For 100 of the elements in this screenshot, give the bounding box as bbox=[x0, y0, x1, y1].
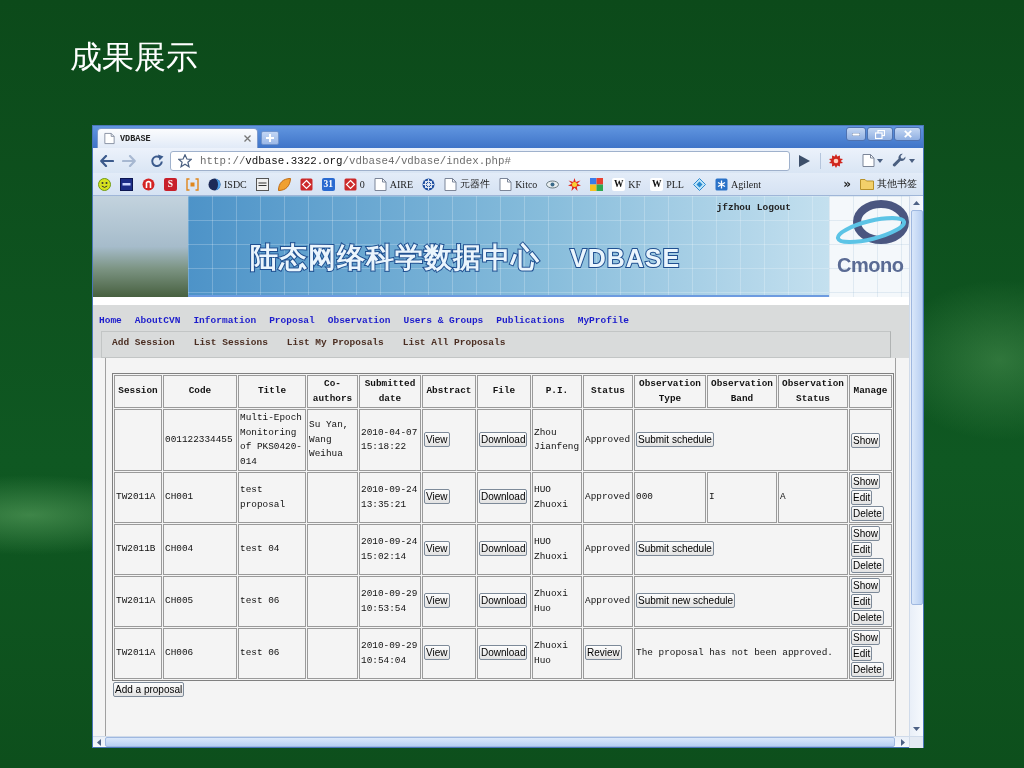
tile-icon bbox=[299, 177, 313, 191]
bookmark-button[interactable] bbox=[98, 177, 111, 191]
close-icon bbox=[903, 130, 912, 138]
bookmarks-overflow-button[interactable]: » bbox=[843, 177, 851, 191]
user-link[interactable]: jfzhou bbox=[716, 202, 751, 213]
nav-link[interactable]: Proposal bbox=[269, 313, 315, 328]
view-button[interactable]: View bbox=[424, 645, 450, 661]
edit-button[interactable]: Edit bbox=[851, 646, 873, 661]
minimize-button[interactable] bbox=[846, 127, 866, 141]
download-button[interactable]: Download bbox=[479, 489, 528, 505]
bracket-icon bbox=[186, 177, 199, 191]
table-cell: 2010-09-29 10:54:04 bbox=[359, 628, 421, 679]
logout-link[interactable]: Logout bbox=[756, 202, 791, 213]
scrollbar-corner bbox=[909, 736, 923, 748]
review-button[interactable]: Review bbox=[585, 645, 622, 661]
globe-icon bbox=[208, 177, 221, 191]
show-button[interactable]: Show bbox=[851, 578, 880, 593]
bookmark-link[interactable]: 元器件 bbox=[444, 177, 491, 191]
leaf-icon bbox=[277, 177, 291, 191]
reload-icon bbox=[150, 153, 164, 168]
table-cell: test proposal bbox=[238, 472, 306, 523]
table-header-cell: File bbox=[477, 375, 531, 408]
bookmark-link[interactable]: Kitco bbox=[499, 177, 538, 191]
view-button[interactable]: View bbox=[424, 593, 450, 609]
table-cell bbox=[307, 576, 358, 627]
delete-button[interactable]: Delete bbox=[851, 506, 884, 521]
restore-button[interactable] bbox=[867, 127, 893, 141]
nav-link[interactable]: Users & Groups bbox=[403, 313, 484, 328]
table-cell: Su Yan, Wang Weihua bbox=[307, 409, 358, 471]
delete-button[interactable]: Delete bbox=[851, 558, 884, 573]
table-cell: CH004 bbox=[163, 524, 237, 575]
schedule-button[interactable]: Submit schedule bbox=[636, 541, 714, 557]
scroll-thumb[interactable] bbox=[910, 210, 923, 605]
close-icon[interactable] bbox=[244, 135, 251, 142]
nav-link[interactable]: Information bbox=[193, 313, 257, 328]
bookmark-link[interactable]: AIRE bbox=[373, 177, 414, 191]
minimize-icon bbox=[852, 132, 860, 136]
nav-link[interactable]: Observation bbox=[327, 313, 391, 328]
subnav-link[interactable]: Add Session bbox=[112, 335, 175, 350]
subnav-link[interactable]: List All Proposals bbox=[402, 335, 506, 350]
table-cell: 001122334455 bbox=[163, 409, 237, 471]
page-menu-button[interactable] bbox=[862, 153, 883, 168]
show-button[interactable]: Show bbox=[851, 630, 880, 645]
add-proposal-button[interactable]: Add a proposal bbox=[113, 682, 185, 697]
bookmark-button[interactable]: 31 bbox=[321, 177, 335, 191]
close-button[interactable] bbox=[894, 127, 921, 141]
browser-tab[interactable]: VDBASE bbox=[97, 128, 258, 148]
nav-link[interactable]: Publications bbox=[496, 313, 565, 328]
subnav-link[interactable]: List Sessions bbox=[193, 335, 268, 350]
bookmark-folder[interactable]: 其他书签 bbox=[860, 177, 917, 191]
address-field[interactable]: http://vdbase.3322.org/vdbase4/vdbase/index.php# bbox=[170, 150, 790, 171]
schedule-button[interactable]: Submit schedule bbox=[636, 431, 714, 447]
table-cell bbox=[307, 628, 358, 679]
view-button[interactable]: View bbox=[424, 541, 450, 557]
bookmark-link[interactable]: W KF bbox=[612, 177, 642, 191]
bookmark-link[interactable]: Agilent bbox=[714, 177, 761, 191]
subnav-link[interactable]: List My Proposals bbox=[286, 335, 384, 350]
bookmark-button[interactable]: S bbox=[164, 177, 177, 191]
table-cell bbox=[307, 472, 358, 523]
edit-button[interactable]: Edit bbox=[851, 594, 873, 609]
show-button[interactable]: Show bbox=[851, 526, 880, 541]
tools-menu-button[interactable] bbox=[892, 153, 915, 168]
bookmark-link[interactable]: ISDC bbox=[208, 177, 247, 191]
bookmark-link[interactable]: 0 bbox=[343, 177, 365, 191]
back-button[interactable] bbox=[100, 154, 114, 167]
table-header-cell: Manage bbox=[849, 375, 892, 408]
bookmark-button[interactable] bbox=[120, 177, 133, 191]
table-cell: Approved bbox=[583, 576, 633, 627]
download-button[interactable]: Download bbox=[479, 593, 528, 609]
nav-link[interactable]: Home bbox=[99, 313, 122, 328]
banner-brand: VDBASE bbox=[570, 243, 681, 273]
bookmark-button[interactable] bbox=[255, 177, 269, 191]
table-cell: Zhou Jianfeng bbox=[532, 409, 582, 471]
download-button[interactable]: Download bbox=[479, 431, 528, 447]
star-icon[interactable] bbox=[178, 153, 192, 168]
table-header-cell: P.I. bbox=[532, 375, 582, 408]
site-glyph: W bbox=[612, 177, 626, 191]
vertical-scrollbar[interactable] bbox=[909, 196, 923, 736]
go-button[interactable] bbox=[799, 154, 810, 167]
download-button[interactable]: Download bbox=[479, 541, 528, 557]
square-icon bbox=[255, 177, 269, 191]
table-cell: TW2011A bbox=[114, 576, 162, 627]
reload-button[interactable] bbox=[150, 153, 164, 168]
nav-link[interactable]: MyProfile bbox=[577, 313, 630, 328]
extension-button[interactable] bbox=[829, 153, 843, 168]
edit-button[interactable]: Edit bbox=[851, 542, 873, 557]
view-button[interactable]: View bbox=[424, 489, 450, 505]
download-button[interactable]: Download bbox=[479, 645, 528, 661]
table-cell: 2010-04-07 15:18:22 bbox=[359, 409, 421, 471]
new-tab-button[interactable] bbox=[261, 131, 279, 145]
nav-link[interactable]: AboutCVN bbox=[134, 313, 181, 328]
show-button[interactable]: Show bbox=[851, 432, 880, 448]
bookmark-link[interactable]: W PLL bbox=[650, 177, 684, 191]
schedule-button[interactable]: Submit new schedule bbox=[636, 593, 736, 609]
view-button[interactable]: View bbox=[424, 431, 450, 447]
delete-button[interactable]: Delete bbox=[851, 662, 884, 677]
show-button[interactable]: Show bbox=[851, 474, 880, 489]
edit-button[interactable]: Edit bbox=[851, 490, 873, 505]
wrench-icon bbox=[892, 153, 907, 168]
delete-button[interactable]: Delete bbox=[851, 610, 884, 625]
